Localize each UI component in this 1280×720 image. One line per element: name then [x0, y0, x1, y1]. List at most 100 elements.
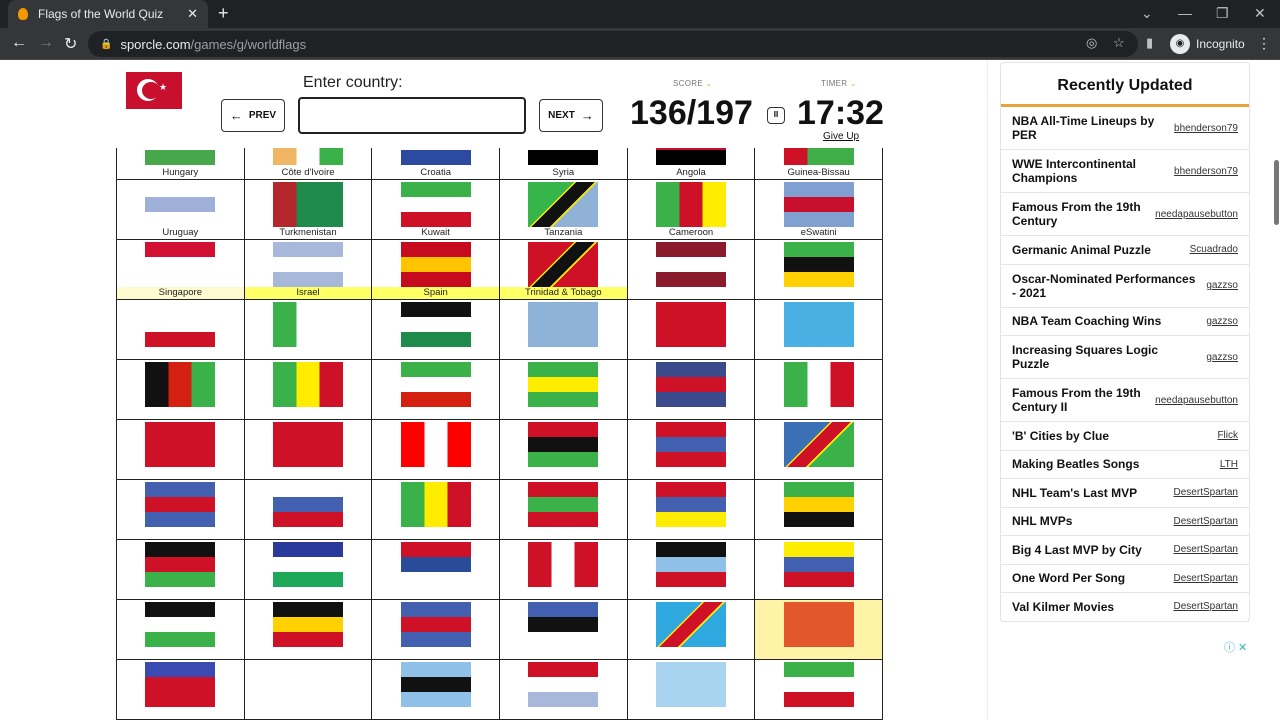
country-answer-input[interactable] — [298, 97, 526, 134]
tracking-blocked-icon[interactable]: ◎ — [1086, 35, 1097, 51]
flag-cell[interactable] — [755, 360, 884, 419]
author-link[interactable]: DesertSpartan — [1174, 487, 1238, 498]
flag-cell[interactable] — [500, 420, 628, 479]
flag-cell[interactable]: Spain — [372, 240, 501, 299]
minimize-icon[interactable]: — — [1178, 5, 1192, 21]
flag-cell[interactable]: Singapore — [117, 240, 245, 299]
give-up-link[interactable]: Give Up — [823, 131, 859, 142]
quiz-title-link[interactable]: One Word Per Song — [1012, 571, 1174, 585]
forward-icon[interactable]: → — [38, 34, 54, 52]
flag-cell[interactable]: Tanzania — [500, 180, 628, 239]
ad-choices-icon[interactable]: ⓘ ✕ — [1224, 639, 1247, 655]
flag-cell[interactable] — [500, 600, 628, 659]
tab-search-icon[interactable]: ⌄ — [1141, 5, 1153, 22]
score-dropdown[interactable]: SCORE ⌄ — [673, 79, 713, 88]
incognito-profile[interactable]: ◉ Incognito — [1168, 31, 1248, 57]
quiz-title-link[interactable]: NBA All-Time Lineups by PER — [1012, 114, 1174, 142]
back-icon[interactable]: ← — [11, 34, 27, 52]
quiz-title-link[interactable]: 'B' Cities by Clue — [1012, 429, 1197, 443]
author-link[interactable]: DesertSpartan — [1174, 516, 1238, 527]
flag-cell[interactable] — [627, 300, 756, 359]
quiz-title-link[interactable]: NHL Team's Last MVP — [1012, 486, 1174, 500]
reload-icon[interactable]: ↻ — [64, 34, 77, 54]
author-link[interactable]: Flick — [1217, 430, 1238, 441]
flag-cell[interactable] — [244, 420, 373, 479]
timer-dropdown[interactable]: TIMER ⌄ — [821, 79, 857, 88]
recent-quiz-item[interactable]: One Word Per Song DesertSpartan — [1001, 565, 1249, 593]
author-link[interactable]: DesertSpartan — [1174, 601, 1238, 612]
quiz-title-link[interactable]: Val Kilmer Movies — [1012, 600, 1174, 614]
quiz-title-link[interactable]: Big 4 Last MVP by City — [1012, 543, 1174, 557]
flag-cell[interactable] — [627, 360, 756, 419]
flag-cell[interactable] — [755, 660, 884, 719]
flag-cell[interactable]: Turkmenistan — [244, 180, 373, 239]
close-tab-icon[interactable]: ✕ — [187, 6, 198, 22]
next-button[interactable]: NEXT → — [539, 99, 603, 132]
flag-cell[interactable] — [627, 540, 756, 599]
flag-cell[interactable] — [500, 540, 628, 599]
pause-button[interactable]: II — [767, 107, 785, 124]
quiz-title-link[interactable]: Making Beatles Songs — [1012, 457, 1197, 471]
flag-cell[interactable] — [117, 420, 245, 479]
flag-cell[interactable]: Israel — [244, 240, 373, 299]
recent-quiz-item[interactable]: Famous From the 19th Century II needapaus… — [1001, 379, 1249, 422]
author-link[interactable]: needapausebutton — [1155, 209, 1238, 220]
flag-cell[interactable] — [117, 480, 245, 539]
flag-cell[interactable] — [627, 660, 756, 719]
recent-quiz-item[interactable]: Famous From the 19th Century needapausebu… — [1001, 193, 1249, 236]
flag-cell[interactable] — [372, 420, 501, 479]
browser-menu-icon[interactable]: ⋮ — [1257, 35, 1271, 52]
new-tab-icon[interactable]: + — [218, 3, 229, 24]
flag-cell[interactable] — [755, 300, 884, 359]
flag-cell[interactable]: Cameroon — [627, 180, 756, 239]
flag-cell[interactable] — [372, 300, 501, 359]
flag-cell[interactable] — [372, 540, 501, 599]
quiz-title-link[interactable]: Oscar-Nominated Performances - 2021 — [1012, 272, 1197, 300]
flag-cell[interactable] — [627, 240, 756, 299]
prev-button[interactable]: ← PREV — [221, 99, 285, 132]
quiz-title-link[interactable]: Famous From the 19th Century II — [1012, 386, 1155, 414]
author-link[interactable]: bhenderson79 — [1174, 166, 1238, 177]
flag-cell[interactable] — [117, 600, 245, 659]
recent-quiz-item[interactable]: Oscar-Nominated Performances - 2021 gazzs… — [1001, 265, 1249, 308]
flag-cell[interactable]: Trinidad & Tobago — [500, 240, 628, 299]
flag-cell[interactable] — [117, 540, 245, 599]
close-window-icon[interactable]: ✕ — [1254, 5, 1266, 22]
flag-cell[interactable] — [244, 600, 373, 659]
author-link[interactable]: needapausebutton — [1155, 395, 1238, 406]
recent-quiz-item[interactable]: 'B' Cities by Clue Flick — [1001, 422, 1249, 451]
flag-cell[interactable] — [372, 660, 501, 719]
recent-quiz-item[interactable]: NBA Team Coaching Wins gazzso — [1001, 308, 1249, 336]
flag-cell[interactable] — [244, 540, 373, 599]
page-scrollbar[interactable] — [1274, 160, 1279, 225]
flag-cell[interactable] — [755, 540, 884, 599]
flag-cell[interactable] — [627, 600, 756, 659]
flag-cell[interactable]: eSwatini — [755, 180, 884, 239]
quiz-title-link[interactable]: NHL MVPs — [1012, 514, 1174, 528]
flag-cell[interactable]: Hungary — [117, 148, 245, 179]
recent-quiz-item[interactable]: NHL MVPs DesertSpartan — [1001, 508, 1249, 536]
flag-cell[interactable]: Côte d'Ivoire — [244, 148, 373, 179]
author-link[interactable]: Scuadrado — [1190, 244, 1238, 255]
flag-cell[interactable]: Angola — [627, 148, 756, 179]
recent-quiz-item[interactable]: Making Beatles Songs LTH — [1001, 451, 1249, 479]
flag-cell[interactable] — [117, 300, 245, 359]
recent-quiz-item[interactable]: Big 4 Last MVP by City DesertSpartan — [1001, 536, 1249, 565]
flag-cell[interactable] — [244, 480, 373, 539]
recent-quiz-item[interactable]: NHL Team's Last MVP DesertSpartan — [1001, 479, 1249, 508]
author-link[interactable]: gazzso — [1206, 316, 1238, 327]
recent-quiz-item[interactable]: WWE Intercontinental Champions bhenderson… — [1001, 150, 1249, 193]
flag-cell[interactable]: Uruguay — [117, 180, 245, 239]
quiz-title-link[interactable]: Famous From the 19th Century — [1012, 200, 1155, 228]
flag-cell[interactable] — [244, 360, 373, 419]
flag-cell[interactable] — [755, 420, 884, 479]
flag-cell[interactable] — [372, 360, 501, 419]
flag-cell[interactable] — [500, 300, 628, 359]
flag-cell[interactable] — [755, 600, 884, 659]
flag-cell[interactable] — [117, 660, 245, 719]
flag-cell[interactable] — [755, 240, 884, 299]
recent-quiz-item[interactable]: Increasing Squares Logic Puzzle gazzso — [1001, 336, 1249, 379]
browser-tab[interactable]: Flags of the World Quiz ✕ — [8, 0, 208, 28]
recent-quiz-item[interactable]: Germanic Animal Puzzle Scuadrado — [1001, 236, 1249, 265]
recent-quiz-item[interactable]: NBA All-Time Lineups by PER bhenderson79 — [1001, 107, 1249, 150]
